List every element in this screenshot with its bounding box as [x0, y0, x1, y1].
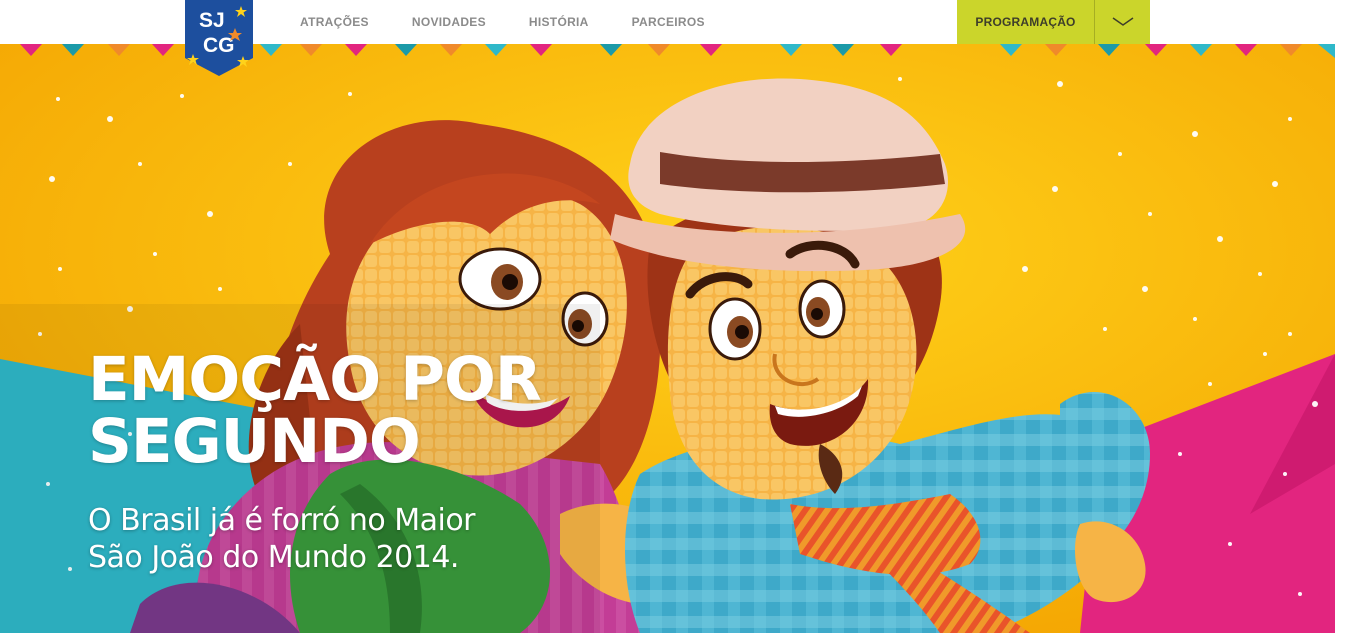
nav-item-historia[interactable]: HISTÓRIA — [529, 15, 589, 29]
hero-subline-line1: O Brasil já é forró no Maior — [88, 503, 476, 538]
programacao-button[interactable]: PROGRAMAÇÃO — [957, 0, 1094, 44]
hero-subline-line2: São João do Mundo 2014. — [88, 540, 459, 575]
page-right-gutter — [1335, 44, 1347, 633]
programacao-dropdown-toggle[interactable] — [1095, 0, 1150, 44]
sjcg-logo-badge: SJ CG — [185, 0, 253, 76]
nav-item-parceiros[interactable]: PARCEIROS — [632, 15, 705, 29]
hero-headline-line2: SEGUNDO — [88, 406, 421, 477]
hero-banner: EMOÇÃO POR SEGUNDO O Brasil já é forró n… — [0, 44, 1335, 633]
nav-item-novidades[interactable]: NOVIDADES — [412, 15, 486, 29]
sjcg-logo[interactable]: SJ CG — [185, 0, 253, 76]
hero-headline-line1: EMOÇÃO POR — [88, 344, 542, 415]
hero-subline: O Brasil já é forró no Maior São João do… — [88, 502, 568, 576]
logo-text-bottom: CG — [203, 34, 235, 57]
main-nav: ATRAÇÕES NOVIDADES HISTÓRIA PARCEIROS — [300, 0, 748, 44]
logo-text-top: SJ — [199, 9, 225, 32]
chevron-down-icon — [1112, 17, 1133, 26]
hero-headline: EMOÇÃO POR SEGUNDO — [88, 349, 608, 473]
nav-item-atracoes[interactable]: ATRAÇÕES — [300, 15, 369, 29]
programacao-menu: PROGRAMAÇÃO — [957, 0, 1150, 44]
